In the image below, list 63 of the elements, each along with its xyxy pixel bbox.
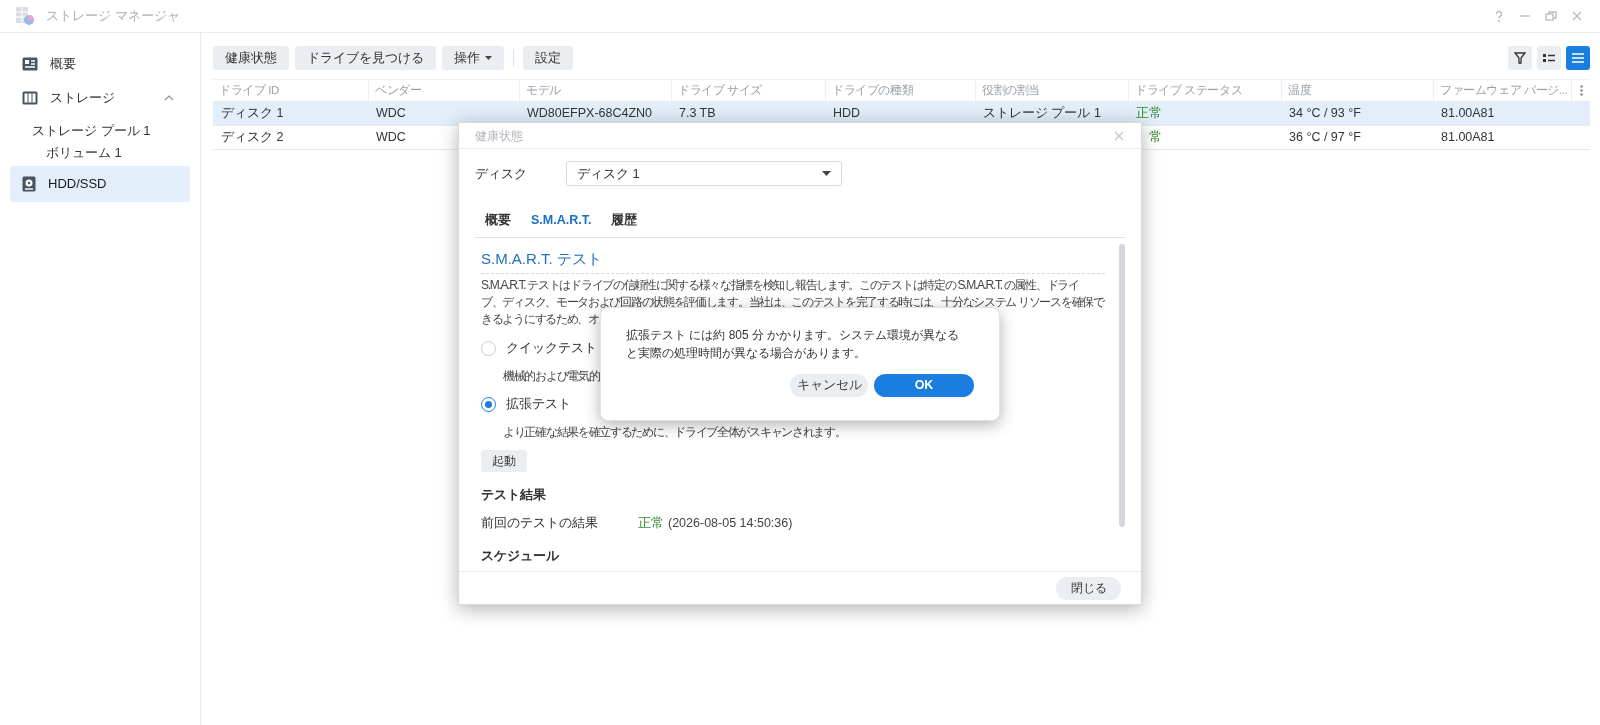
filter-icon [1514,52,1526,64]
tab[interactable]: 概要 [485,210,511,230]
result-label: 前回のテストの結果 [481,514,599,532]
table-cell-text: WDC [376,105,406,123]
restore-icon[interactable] [1544,9,1558,23]
toolbar-button[interactable]: 操作 [442,46,504,70]
popup-message: 拡張テスト には約 805 分 かかります。システム環境が異なると実際の処理時間が異なる場合があります。 [626,327,961,362]
close-button[interactable]: 閉じる [1056,576,1121,600]
drive-icon [22,176,36,192]
table-cell-text: 34 °C / 93 °F [1289,105,1361,123]
detail-view-icon [1572,53,1584,63]
section-heading: スケジュール [481,547,560,566]
scrollbar[interactable] [1119,244,1125,528]
start-button[interactable]: 起動 [481,450,527,473]
option-description: 機械的および電気的 [503,368,600,386]
sidebar-item[interactable]: ボリューム 1 [10,142,190,164]
table-cell-text: ディスク 2 [221,129,284,147]
dialog-title: 健康状態 [475,127,523,145]
option-label: クイックテスト [506,339,597,357]
section-title: S.M.A.R.T. テスト [481,249,603,270]
toolbar-button[interactable]: 設定 [523,46,573,70]
field-label: ディスク [475,165,528,184]
window-title: ストレージ マネージャ [46,7,180,26]
app-icon [14,5,36,27]
table-cell-text: WDC [376,129,406,147]
more-icon[interactable] [1579,85,1583,96]
sidebar-item[interactable]: ストレージ [10,81,190,115]
table-row[interactable]: ディスク 1 WDC WD80EFPX-68C4ZN0 7.3 TB HDD ストレージ プール 1 正常 34 °C / 93 °F 81.00A81 [213,102,1590,126]
close-icon[interactable] [1570,9,1584,23]
toolbar-button[interactable]: 健康状態 [213,46,289,70]
option-description: より正確な結果を確立するために、ドライブ全体がスキャンされます。 [503,424,846,442]
filter-button[interactable] [1508,46,1532,70]
table-cell-text: 81.00A81 [1441,105,1495,123]
table-cell-text: ストレージ プール 1 [983,105,1101,123]
option-label: 拡張テスト [506,395,571,413]
table-cell-text: WD80EFPX-68C4ZN0 [527,105,653,123]
view-toggle[interactable] [1537,46,1561,70]
result-time: (2026-08-05 14:50:36) [668,514,793,532]
disk-dropdown[interactable]: ディスク 1 [566,161,842,187]
chevron-up-icon[interactable] [164,95,174,101]
table-cell-text: 常 [1148,129,1162,147]
storage-icon [22,91,38,105]
table-cell-text: 7.3 TB [679,105,716,123]
close-icon[interactable] [1113,129,1125,142]
ok-button[interactable]: OK [874,374,974,397]
view-toggle[interactable] [1566,46,1590,70]
toolbar-button[interactable]: ドライブを見つける [295,46,436,70]
list-view-icon [1543,53,1555,63]
overview-icon [22,57,38,71]
result-status: 正常 [638,514,664,532]
sidebar-item[interactable]: 概要 [10,47,190,81]
tab[interactable]: S.M.A.R.T. [531,210,592,230]
caret-icon [822,171,831,177]
table-cell-text: ディスク 1 [221,105,284,123]
section-heading: テスト結果 [481,486,547,505]
table-cell-text: 81.00A81 [1441,129,1495,147]
table-cell-text: 36 °C / 97 °F [1289,129,1361,147]
sidebar-item[interactable]: HDD/SSD [10,166,190,202]
tab[interactable]: 履歴 [611,210,638,230]
table-cell-text: HDD [833,105,861,123]
sidebar-item[interactable]: ストレージ プール 1 [10,120,190,142]
table-cell-text: 正常 [1136,105,1162,123]
cancel-button[interactable]: キャンセル [790,374,868,397]
